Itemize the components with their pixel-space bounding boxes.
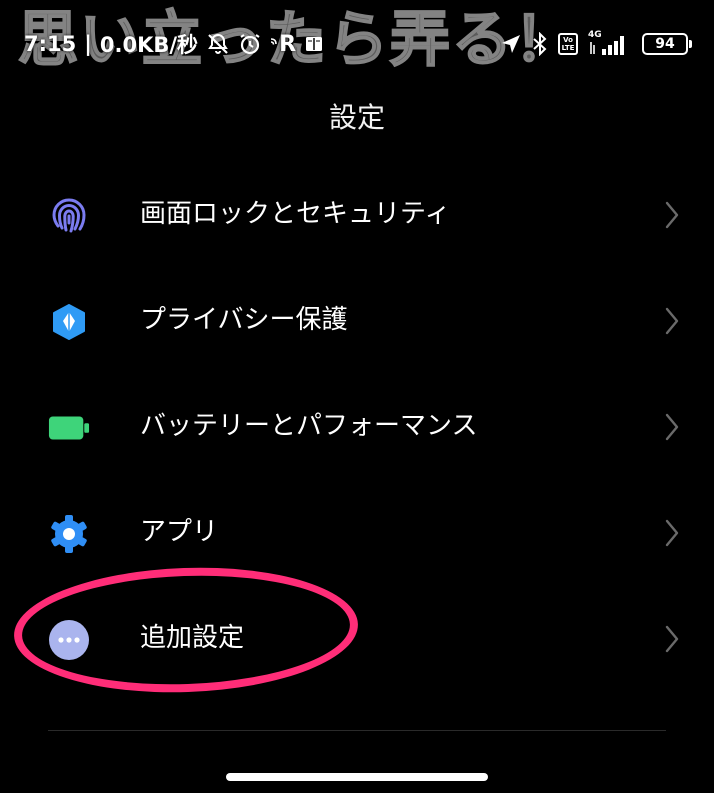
home-indicator-bar[interactable] (226, 773, 488, 781)
battery-level: 94 (655, 36, 675, 52)
app-notification-icon: R (270, 32, 296, 57)
fingerprint-icon (48, 195, 90, 237)
settings-item-label: 追加設定 (140, 623, 245, 653)
settings-item-label: アプリ (140, 517, 219, 547)
settings-list: 画面ロックとセキュリティ プライバシー保護 バッテリーとパフォーマンス アプリ … (0, 162, 714, 692)
list-divider (48, 730, 666, 731)
page-title: 設定 (328, 101, 385, 134)
status-right: Vo LTE 4G 94 (500, 30, 692, 58)
settings-item-additional-settings[interactable]: 追加設定 (0, 586, 714, 692)
status-time: 7:15 (24, 32, 77, 56)
settings-item-lock-security[interactable]: 画面ロックとセキュリティ (0, 162, 714, 268)
chevron-right-icon (664, 412, 680, 442)
status-left: 7:15 | 0.0KB/秒 R (24, 30, 324, 58)
notifications-off-icon (206, 32, 230, 56)
settings-item-apps[interactable]: アプリ (0, 480, 714, 586)
chevron-right-icon (664, 306, 680, 336)
settings-item-label: プライバシー保護 (140, 305, 348, 335)
status-net-speed: 0.0KB/秒 (99, 33, 199, 57)
settings-item-battery-performance[interactable]: バッテリーとパフォーマンス (0, 374, 714, 480)
privacy-shield-icon (48, 301, 90, 343)
alarm-icon (238, 32, 262, 56)
bluetooth-icon (532, 32, 548, 56)
chevron-right-icon (664, 624, 680, 654)
signal-strength-icon: 4G (588, 30, 632, 56)
status-divider: | (84, 32, 92, 56)
chevron-right-icon (664, 200, 680, 230)
more-dots-icon (48, 619, 90, 661)
status-bar: 思い立ったら弄る！ 7:15 | 0.0KB/秒 R Vo LTE 4G 94 (0, 0, 714, 70)
battery-icon (48, 407, 90, 449)
settings-item-privacy[interactable]: プライバシー保護 (0, 268, 714, 374)
volte-icon: Vo LTE (558, 33, 578, 55)
chevron-right-icon (664, 518, 680, 548)
settings-item-label: バッテリーとパフォーマンス (140, 411, 478, 441)
app-notification-letter: R (279, 31, 297, 57)
settings-item-label: 画面ロックとセキュリティ (140, 199, 451, 229)
location-icon (500, 33, 522, 55)
book-app-icon (304, 34, 324, 54)
battery-indicator-icon: 94 (642, 33, 692, 55)
gear-icon (48, 513, 90, 555)
